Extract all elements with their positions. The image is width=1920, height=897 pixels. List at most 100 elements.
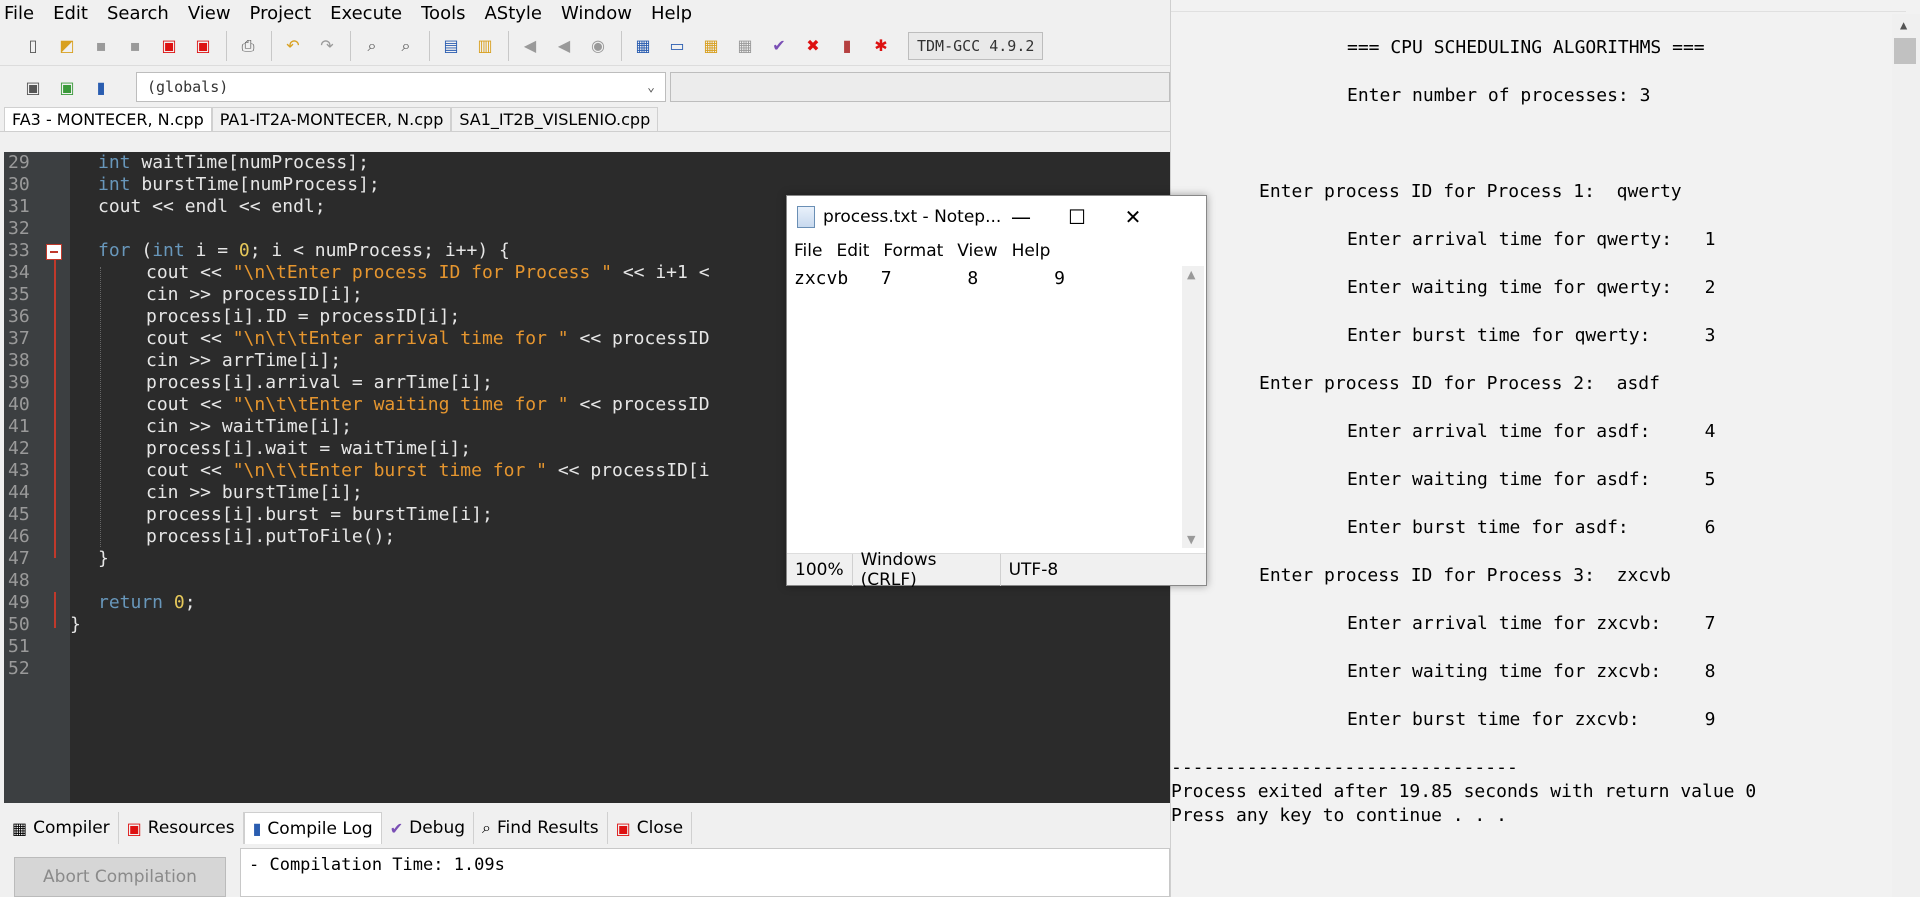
check-icon: ✔ [389,818,404,838]
save-all-icon[interactable]: ▪ [122,33,148,59]
menu-tools[interactable]: Tools [421,3,465,24]
profile-icon[interactable]: ▮ [834,33,860,59]
goto-line-icon[interactable]: ▤ [438,33,464,59]
compiler-selector[interactable]: TDM-GCC 4.9.2 [908,31,1044,60]
save-icon[interactable]: ▪ [88,33,114,59]
code-line-45: process[i].burst = burstTime[i]; [146,504,493,525]
tab-find-results[interactable]: ⌕ Find Results [474,812,608,844]
notepad-scrollbar[interactable]: ▲ ▼ [1182,266,1204,548]
line-number: 31 [8,196,30,217]
line-number: 46 [8,526,30,547]
notepad-menu-edit[interactable]: Edit [836,241,869,261]
compile-log-output: - Compilation Time: 1.09s [240,848,1170,897]
print-icon[interactable]: ⎙ [235,33,261,59]
line-number: 35 [8,284,30,305]
menu-execute[interactable]: Execute [330,3,402,24]
stop-execution-icon[interactable]: ✖ [800,33,826,59]
line-number: 51 [8,636,30,657]
code-line-41: cin >> waitTime[i]; [146,416,352,437]
scroll-thumb[interactable] [1894,38,1916,64]
maximize-icon[interactable]: ☐ [1049,196,1105,238]
undo-icon[interactable]: ↶ [280,33,306,59]
menu-view[interactable]: View [188,3,231,24]
scroll-up-icon[interactable]: ▲ [1187,268,1195,281]
code-line-30: int burstTime[numProcess]; [98,174,380,195]
toolbar-separator [429,30,430,61]
tab-compile-log[interactable]: ▮ Compile Log [243,812,382,844]
close-file-icon[interactable]: ▣ [156,33,182,59]
tab-compiler[interactable]: ▦ Compiler [4,812,119,844]
main-toolbar: ▯ ◩ ▪ ▪ ▣ ▣ ⎙ ↶ ↷ ⌕ ⌕ ▤ ▥ ◀ ◀ ◉ ▦ ▭ ▦ ▦ [0,26,1170,66]
rebuild-all-icon[interactable]: ▦ [732,33,758,59]
scroll-down-icon[interactable]: ▼ [1187,533,1195,546]
members-dropdown[interactable] [670,72,1170,102]
menu-astyle[interactable]: AStyle [484,3,542,24]
line-number: 33 [8,240,30,261]
new-class-icon[interactable]: ▣ [20,74,46,100]
tab-resources[interactable]: ▣ Resources [119,812,244,844]
compile-icon[interactable]: ▦ [630,33,656,59]
console-press-key: Press any key to continue . . . [1171,805,1507,826]
console-line: Enter arrival time for asdf: 4 [1347,421,1716,442]
minimize-icon[interactable]: — [993,196,1049,238]
scroll-up-icon[interactable]: ▲ [1900,18,1907,32]
code-line-38: cin >> arrTime[i]; [146,350,342,371]
console-header: === CPU SCHEDULING ALGORITHMS === [1347,37,1705,58]
menu-project[interactable]: Project [250,3,312,24]
find-icon[interactable]: ⌕ [359,33,385,59]
menu-edit[interactable]: Edit [53,3,88,24]
indent-icon[interactable]: ◀ [517,33,543,59]
code-line-44: cin >> burstTime[i]; [146,482,363,503]
notepad-menu-help[interactable]: Help [1012,241,1051,261]
open-file-icon[interactable]: ◩ [54,33,80,59]
replace-icon[interactable]: ⌕ [393,33,419,59]
toolbar-separator [508,30,509,61]
close-icon[interactable]: ✕ [1105,196,1161,238]
delete-profile-icon[interactable]: ✱ [868,33,894,59]
console-scrollbar[interactable]: ▲ [1892,14,1920,897]
insert-icon[interactable]: ▣ [54,74,80,100]
run-icon[interactable]: ▭ [664,33,690,59]
notepad-text-area[interactable]: zxcvb 7 8 9 [787,266,1182,548]
bookmark-icon[interactable]: ▥ [472,33,498,59]
new-file-icon[interactable]: ▯ [20,33,46,59]
encoding: UTF-8 [1008,559,1059,580]
close-all-icon[interactable]: ▣ [190,33,216,59]
class-toolbar: ▣ ▣ ▮ (globals) ⌄ [0,66,1170,108]
notepad-title: process.txt - Notep... [823,207,1002,227]
toggle-comment-icon[interactable]: ◉ [585,33,611,59]
notepad-menu-format[interactable]: Format [883,241,943,261]
notepad-title-bar[interactable]: process.txt - Notep... — ☐ ✕ [787,196,1206,238]
project-options-icon[interactable]: ▮ [88,74,114,100]
menu-help[interactable]: Help [651,3,692,24]
redo-icon[interactable]: ↷ [314,33,340,59]
console-line: Enter waiting time for asdf: 5 [1347,469,1716,490]
syntax-check-icon[interactable]: ✔ [766,33,792,59]
line-number: 52 [8,658,30,679]
globals-dropdown[interactable]: (globals) ⌄ [136,72,666,102]
console-separator: -------------------------------- [1171,757,1518,778]
unindent-icon[interactable]: ◀ [551,33,577,59]
code-line-43: cout << "\n\t\tEnter burst time for " <<… [146,460,710,481]
tab-fa3-montecer[interactable]: FA3 - MONTECER, N.cpp [4,107,212,131]
desktop: File Edit Search View Project Execute To… [0,0,1920,897]
abort-compilation-button[interactable]: Abort Compilation [14,857,226,897]
code-line-50: } [70,614,81,635]
line-number: 32 [8,218,30,239]
tab-debug[interactable]: ✔ Debug [382,812,475,844]
line-number: 34 [8,262,30,283]
globals-value: (globals) [147,78,229,96]
toolbar-separator [350,30,351,61]
menu-file[interactable]: File [4,3,34,24]
compile-run-icon[interactable]: ▦ [698,33,724,59]
notepad-menu-file[interactable]: File [794,241,822,261]
notepad-window[interactable]: process.txt - Notep... — ☐ ✕ File Edit F… [786,195,1207,590]
tab-sa1-it2b-vislenio[interactable]: SA1_IT2B_VISLENIO.cpp [451,107,659,131]
tab-close[interactable]: ▣ Close [608,812,693,844]
notepad-menu-view[interactable]: View [957,241,997,261]
close-icon: ▣ [615,818,631,838]
console-window[interactable]: === CPU SCHEDULING ALGORITHMS === Enter … [1170,0,1920,897]
menu-search[interactable]: Search [107,3,169,24]
menu-window[interactable]: Window [561,3,632,24]
tab-pa1-it2a-montecer[interactable]: PA1-IT2A-MONTECER, N.cpp [211,107,452,131]
